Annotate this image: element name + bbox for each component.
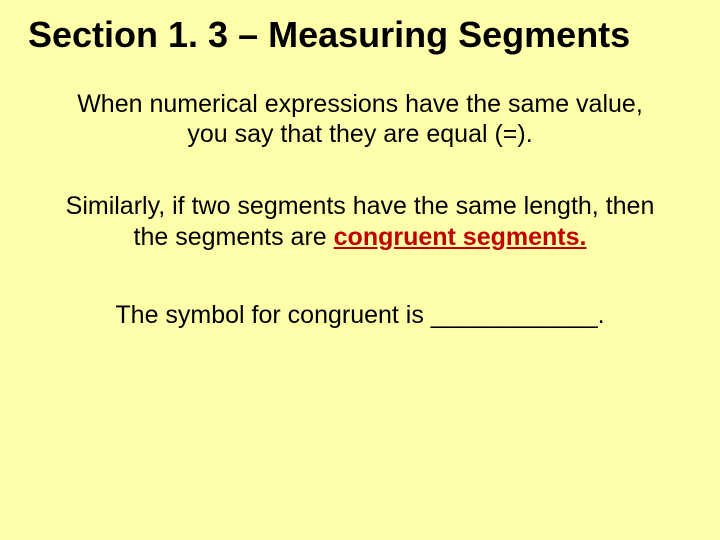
paragraph-symbol: The symbol for congruent is ____________…: [28, 300, 692, 330]
paragraph-equal-line1: When numerical expressions have the same…: [77, 90, 643, 118]
slide-title: Section 1. 3 – Measuring Segments: [28, 14, 692, 55]
paragraph-equal: When numerical expressions have the same…: [40, 89, 680, 149]
paragraph-congruent-line1: Similarly, if two segments have the same…: [66, 192, 655, 220]
slide: Section 1. 3 – Measuring Segments When n…: [0, 0, 720, 540]
paragraph-congruent-line2a: the segments are: [134, 223, 334, 251]
paragraph-equal-line2: you say that they are equal (=).: [187, 120, 532, 148]
congruent-term: congruent segments.: [334, 223, 587, 251]
paragraph-congruent: Similarly, if two segments have the same…: [30, 191, 690, 252]
